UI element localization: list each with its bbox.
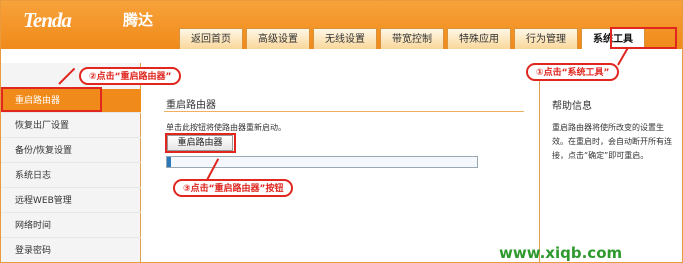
tab-home[interactable]: 返回首页 [179, 28, 243, 49]
sidebar-item-remote-web[interactable]: 远程WEB管理 [1, 189, 141, 213]
page-title: 重启路由器 [166, 100, 216, 111]
tenda-logo: Tenda [23, 8, 72, 32]
highlight-system-tools [610, 27, 677, 49]
tab-advanced[interactable]: 高级设置 [246, 28, 310, 49]
title-divider [164, 111, 524, 112]
callout-step3: ③点击“重启路由器”按钮 [173, 179, 294, 197]
tab-bandwidth[interactable]: 带宽控制 [380, 28, 444, 49]
tab-special-apps[interactable]: 特殊应用 [447, 28, 511, 49]
sidebar-item-backup-restore[interactable]: 备份/恢复设置 [1, 139, 141, 163]
tenda-logo-cn: 腾达 [123, 11, 154, 29]
highlight-reboot-button [165, 133, 236, 153]
router-admin-page: Tenda 腾达 返回首页 高级设置 无线设置 带宽控制 特殊应用 行为管理 系… [0, 0, 683, 263]
tab-wireless[interactable]: 无线设置 [313, 28, 377, 49]
reboot-progress-fill [167, 157, 171, 167]
sidebar-item-factory-reset[interactable]: 恢复出厂设置 [1, 114, 141, 138]
help-text: 重启路由器将使所改变的设置生效。在重启时，会自动断开所有连接，点击“确定”即可重… [552, 123, 672, 160]
sidebar-item-network-time[interactable]: 网络时间 [1, 214, 141, 238]
highlight-sidebar-reboot [1, 87, 102, 112]
tab-behavior[interactable]: 行为管理 [514, 28, 578, 49]
callout-step2: ②点击“重启路由器” [79, 67, 182, 85]
callout-step1: ①点击“系统工具” [526, 63, 620, 81]
top-tabs: 返回首页 高级设置 无线设置 带宽控制 特殊应用 行为管理 系统工具 [179, 28, 648, 49]
sidebar-item-login-password[interactable]: 登录密码 [1, 239, 141, 262]
help-title: 帮助信息 [552, 101, 592, 112]
header-bar: Tenda 腾达 返回首页 高级设置 无线设置 带宽控制 特殊应用 行为管理 系… [1, 1, 682, 49]
site-watermark: www.xiqb.com [499, 244, 623, 262]
help-panel: 帮助信息 重启路由器将使所改变的设置生效。在重启时，会自动断开所有连接，点击“确… [539, 63, 682, 262]
reboot-description: 单击此按钮将使路由器重新启动。 [166, 123, 286, 132]
sidebar-item-system-log[interactable]: 系统日志 [1, 164, 141, 188]
